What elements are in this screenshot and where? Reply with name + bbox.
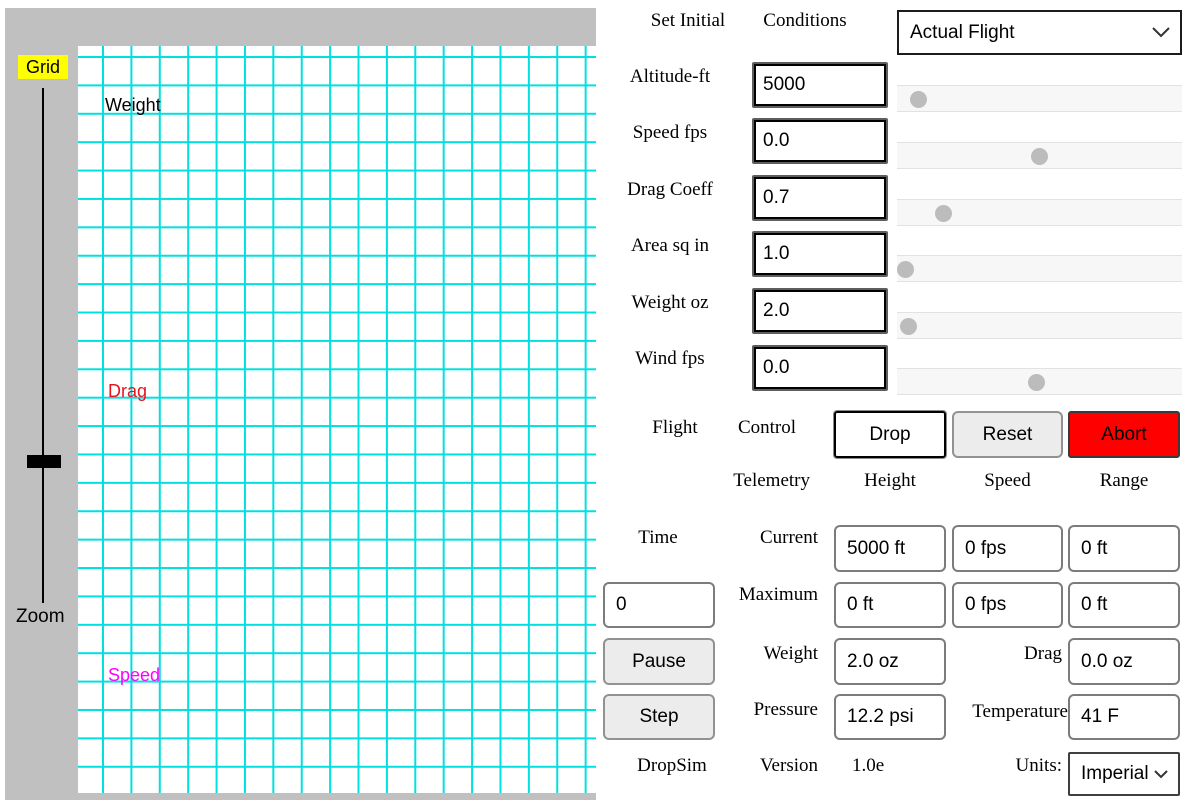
maximum-label: Maximum [700,584,818,606]
speed-slider[interactable] [897,142,1182,169]
speed-slider-thumb[interactable] [1031,148,1048,165]
weight-telemetry-value: 2.0 oz [834,638,946,685]
maximum-height-value: 0 ft [834,582,946,628]
time-value: 0 [603,582,715,628]
speed-column-label: Speed [952,470,1063,492]
control-label: Control [696,417,796,439]
pressure-label: Pressure [700,699,818,721]
altitude-slider[interactable] [897,85,1182,112]
drag-curve-label: Drag [108,381,147,401]
temperature-label: Temperature [944,701,1068,723]
speed-input[interactable]: 0.0 [752,118,888,164]
speed-curve-label: Speed [108,665,160,685]
plot-area: Weight Drag Speed [78,46,596,793]
height-column-label: Height [834,470,946,492]
drag-coeff-input[interactable]: 0.7 [752,175,888,221]
weight-curve-label: Weight [105,95,161,115]
speed-label: Speed fps [600,122,740,144]
wind-slider[interactable] [897,368,1182,395]
area-slider[interactable] [897,255,1182,282]
weight-oz-label: Weight oz [600,292,740,314]
zoom-slider[interactable] [27,88,61,603]
plot-panel: Weight Drag Speed Grid Zoom [5,8,596,800]
drop-button[interactable]: Drop [834,411,946,458]
current-range-value: 0 ft [1068,525,1180,572]
altitude-slider-thumb[interactable] [910,91,927,108]
maximum-range-value: 0 ft [1068,582,1180,628]
drag-telemetry-label: Drag [944,643,1062,665]
conditions-label: Conditions [747,10,863,32]
version-label: Version [700,755,818,777]
weight-telemetry-label: Weight [700,643,818,665]
preset-select[interactable]: Actual Flight [897,10,1182,55]
current-height-value: 5000 ft [834,525,946,572]
area-input[interactable]: 1.0 [752,231,888,277]
wind-input[interactable]: 0.0 [752,345,888,391]
drag-telemetry-value: 0.0 oz [1068,638,1180,685]
units-label: Units: [944,755,1062,777]
weight-slider-thumb[interactable] [900,318,917,335]
chevron-down-icon [1152,27,1170,38]
zoom-slider-handle[interactable] [27,455,61,468]
preset-select-value: Actual Flight [910,22,1015,44]
units-select-value: Imperial [1081,763,1149,785]
area-slider-thumb[interactable] [897,261,914,278]
range-column-label: Range [1068,470,1180,492]
pressure-value: 12.2 psi [834,694,946,740]
time-label: Time [600,527,716,549]
wind-label: Wind fps [600,348,740,370]
temperature-value: 41 F [1068,694,1180,740]
wind-slider-thumb[interactable] [1028,374,1045,391]
step-button[interactable]: Step [603,694,715,740]
drag-coeff-slider-thumb[interactable] [935,205,952,222]
altitude-label: Altitude-ft [600,66,740,88]
drag-coeff-slider[interactable] [897,199,1182,226]
pause-button[interactable]: Pause [603,638,715,685]
area-label: Area sq in [600,235,740,257]
zoom-label: Zoom [16,606,65,628]
version-number: 1.0e [852,755,922,777]
weight-slider[interactable] [897,312,1182,339]
grid-toggle-button[interactable]: Grid [18,55,68,79]
abort-button[interactable]: Abort [1068,411,1180,458]
chevron-down-icon [1154,770,1168,779]
units-select[interactable]: Imperial [1068,752,1180,796]
dropsim-window: Weight Drag Speed Grid Zoom Set Initial … [0,0,1200,800]
drag-coeff-label: Drag Coeff [600,179,740,201]
altitude-input[interactable]: 5000 [752,62,888,108]
weight-oz-input[interactable]: 2.0 [752,288,888,334]
current-speed-value: 0 fps [952,525,1063,572]
maximum-speed-value: 0 fps [952,582,1063,628]
telemetry-label: Telemetry [690,470,810,492]
current-label: Current [700,527,818,549]
reset-button[interactable]: Reset [952,411,1063,458]
zoom-slider-track[interactable] [42,88,44,603]
